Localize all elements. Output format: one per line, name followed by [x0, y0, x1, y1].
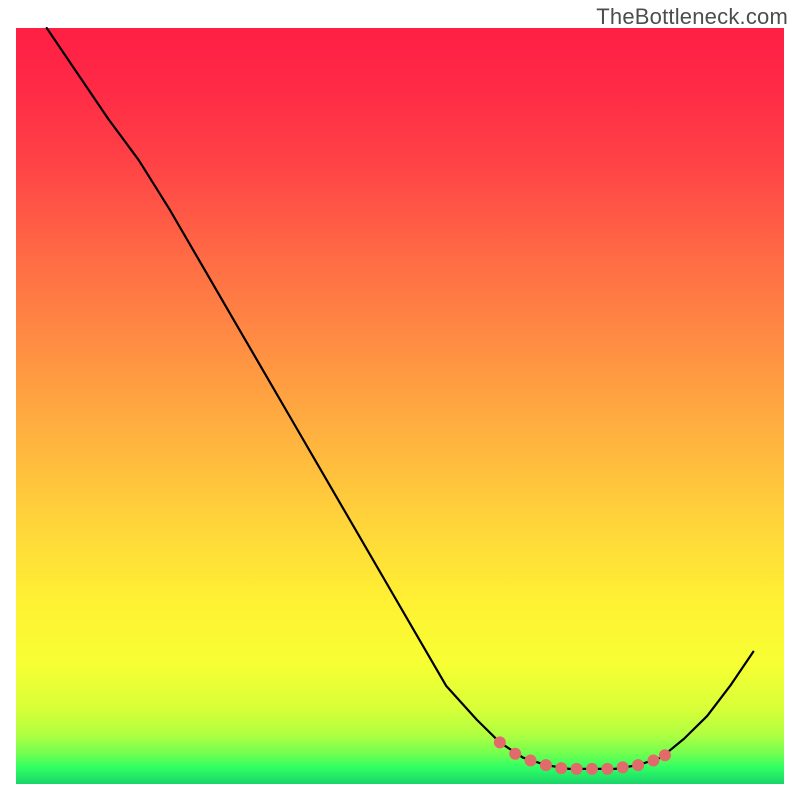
optimal-point [525, 755, 537, 767]
chart-container [0, 0, 800, 800]
gradient-background [16, 28, 784, 784]
watermark-text: TheBottleneck.com [596, 4, 788, 30]
optimal-point [494, 736, 506, 748]
optimal-point [555, 762, 567, 774]
optimal-point [617, 761, 629, 773]
optimal-point [659, 749, 671, 761]
optimal-point [601, 763, 613, 775]
optimal-point [509, 748, 521, 760]
optimal-point [647, 755, 659, 767]
optimal-point [632, 759, 644, 771]
optimal-point [586, 763, 598, 775]
optimal-point [540, 759, 552, 771]
bottleneck-curve-chart [0, 0, 800, 800]
optimal-point [571, 763, 583, 775]
